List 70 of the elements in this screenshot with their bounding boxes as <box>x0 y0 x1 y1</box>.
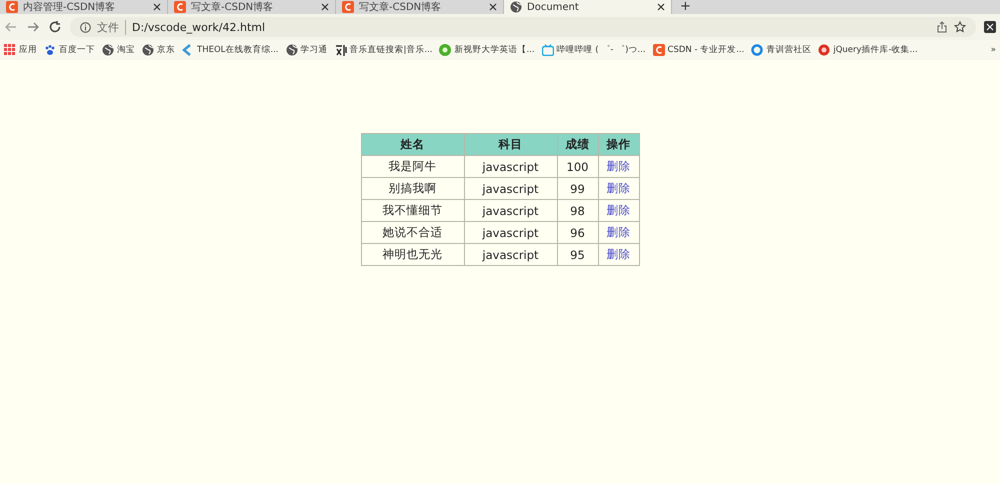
more-bookmarks-button[interactable]: » <box>990 45 996 55</box>
bookmark-label[interactable]: 京东 <box>157 44 175 56</box>
bookmark-item[interactable]: 应用 <box>4 44 37 56</box>
table-cell: 95 <box>557 244 598 266</box>
table-cell: javascript <box>464 200 557 222</box>
ring-logo-icon <box>439 44 452 56</box>
table-cell: 96 <box>557 222 598 244</box>
bookmark-label[interactable]: THEOL在线教育综... <box>197 44 278 56</box>
table-cell: 100 <box>557 156 598 178</box>
bookmark-item[interactable]: 京东 <box>142 44 175 56</box>
scheme-label: 文件 <box>97 20 126 34</box>
bookmark-item[interactable]: 百度一下 <box>44 44 95 56</box>
table-cell: javascript <box>464 244 557 266</box>
bookmark-label[interactable]: 应用 <box>19 44 37 56</box>
close-icon[interactable] <box>657 3 665 11</box>
bookmark-label[interactable]: CSDN - 专业开发... <box>668 44 744 56</box>
csdn-c-icon <box>652 44 665 56</box>
address-bar[interactable]: 文件 D:/vscode_work/42.html <box>70 17 976 37</box>
forward-icon[interactable] <box>26 20 40 34</box>
share-icon[interactable] <box>936 21 948 33</box>
ring-icon <box>751 44 764 56</box>
column-header: 姓名 <box>361 134 464 156</box>
column-header: 科目 <box>464 134 557 156</box>
new-tab-button[interactable]: + <box>672 0 699 14</box>
csdn-c-icon <box>342 1 354 13</box>
globe-icon <box>286 44 298 56</box>
close-icon[interactable] <box>321 3 329 11</box>
bookmark-item[interactable]: 淘宝 <box>102 44 135 56</box>
table-cell: 她说不合适 <box>361 222 464 244</box>
url-text: D:/vscode_work/42.html <box>132 20 266 34</box>
bookmark-label[interactable]: 百度一下 <box>59 44 95 56</box>
bookmark-label[interactable]: 音乐直链搜索|音乐... <box>350 44 432 56</box>
globe-icon <box>102 44 114 56</box>
column-header: 成绩 <box>557 134 598 156</box>
table-cell: javascript <box>464 178 557 200</box>
table-cell: javascript <box>464 156 557 178</box>
globe-icon <box>142 44 154 56</box>
paw-icon <box>44 44 56 56</box>
table-cell: 我不懂细节 <box>361 200 464 222</box>
column-header: 操作 <box>598 134 639 156</box>
table-cell: javascript <box>464 222 557 244</box>
info-icon[interactable] <box>80 22 91 32</box>
bookmark-label[interactable]: 淘宝 <box>117 44 135 56</box>
table-cell: 我是阿牛 <box>361 156 464 178</box>
bookmark-item[interactable]: CSDN - 专业开发... <box>652 44 744 56</box>
table-cell: 别搞我啊 <box>361 178 464 200</box>
browser-tab[interactable]: Document <box>504 0 672 14</box>
close-icon[interactable] <box>153 3 161 11</box>
apps-grid-icon <box>4 44 16 56</box>
bookmark-label[interactable]: 青训营社区 <box>766 44 812 56</box>
tv-icon <box>542 44 554 56</box>
bookmark-item[interactable]: THEOL在线教育综... <box>182 44 278 56</box>
globe-icon <box>510 1 522 13</box>
bookmark-label[interactable]: 学习通 <box>300 44 328 56</box>
bookmark-item[interactable]: 学习通 <box>286 44 328 56</box>
table-cell: 神明也无光 <box>361 244 464 266</box>
bookmark-item[interactable]: 新视野大学英语【... <box>439 44 535 56</box>
table-cell: 99 <box>557 178 598 200</box>
reload-icon[interactable] <box>48 20 62 34</box>
bookmark-label[interactable]: 新视野大学英语【... <box>454 44 535 56</box>
csdn-c-icon <box>174 1 186 13</box>
star-icon[interactable] <box>954 21 966 33</box>
close-icon[interactable] <box>489 3 497 11</box>
character-icon <box>334 44 346 56</box>
target-icon <box>818 44 830 56</box>
csdn-c-icon <box>6 1 18 13</box>
bookmark-item[interactable]: 音乐直链搜索|音乐... <box>334 44 432 56</box>
table-cell: 98 <box>557 200 598 222</box>
extension-icon[interactable] <box>984 21 996 33</box>
bookmark-item[interactable]: 青训营社区 <box>751 44 812 56</box>
